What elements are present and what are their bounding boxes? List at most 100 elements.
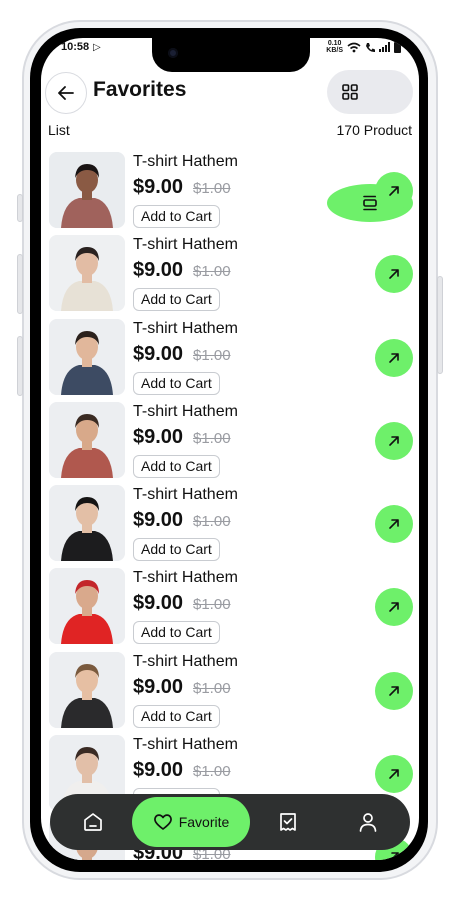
product-old-price: $1.00 — [193, 679, 231, 697]
product-price: $9.00 — [133, 259, 184, 282]
arrow-up-right-icon — [389, 186, 399, 196]
bottom-nav: Favorite — [50, 794, 410, 850]
orders-icon — [280, 813, 296, 831]
list-item[interactable]: T-shirt Hathem $9.00 $1.00 Add to Cart — [41, 318, 419, 402]
product-name: T-shirt Hathem — [133, 402, 238, 420]
add-to-cart-button[interactable]: Add to Cart — [133, 371, 220, 395]
list-item[interactable]: T-shirt Hathem $9.00 $1.00 Add to Cart — [41, 568, 419, 651]
product-old-price: $1.00 — [193, 263, 231, 281]
product-price: $9.00 — [133, 759, 184, 782]
network-speed: 0.10 KB/S — [326, 40, 343, 54]
view-toggle — [327, 70, 413, 222]
nav-home[interactable] — [79, 808, 107, 836]
product-count: 170 Product — [336, 122, 413, 138]
status-time: 10:58 — [61, 41, 90, 53]
arrow-up-right-icon — [389, 269, 399, 280]
open-product-button[interactable] — [375, 505, 413, 544]
product-name: T-shirt Hathem — [133, 153, 238, 170]
power-button — [437, 276, 443, 374]
list-item[interactable]: T-shirt Hathem $9.00 $1.00 Add to Cart — [41, 485, 419, 568]
product-old-price: $1.00 — [193, 763, 231, 781]
add-to-cart-button[interactable]: Add to Cart — [133, 621, 220, 645]
nav-favorite-label: Favorite — [178, 814, 230, 830]
product-image[interactable] — [49, 318, 125, 395]
product-price: $9.00 — [133, 592, 184, 615]
list-item[interactable]: T-shirt Hathem $9.00 $1.00 Add to Cart — [41, 401, 419, 485]
product-name: T-shirt Hathem — [133, 319, 238, 337]
product-name: T-shirt Hathem — [133, 652, 238, 670]
product-list: T-shirt Hathem $9.00 $1.00 Add to Cart T… — [41, 152, 419, 860]
person-photo — [49, 568, 125, 645]
grid-icon — [342, 84, 358, 100]
list-item[interactable]: T-shirt Hathem $9.00 $1.00 Add to Cart — [41, 235, 419, 318]
nav-favorite[interactable]: Favorite — [132, 797, 250, 847]
product-image[interactable] — [49, 235, 125, 312]
person-photo — [49, 485, 125, 562]
add-to-cart-button[interactable]: Add to Cart — [133, 205, 220, 228]
product-name: T-shirt Hathem — [133, 486, 238, 504]
back-button[interactable] — [45, 72, 87, 114]
product-old-price: $1.00 — [193, 596, 231, 614]
list-label: List — [48, 122, 70, 138]
mute-switch — [17, 194, 23, 222]
product-old-price: $1.00 — [193, 513, 231, 531]
page-title: Favorites — [93, 78, 187, 101]
product-image[interactable] — [49, 485, 125, 562]
product-name: T-shirt Hathem — [133, 736, 238, 754]
camera — [168, 48, 178, 58]
arrow-up-right-icon — [389, 602, 399, 613]
product-image[interactable] — [49, 401, 125, 478]
open-product-button[interactable] — [375, 671, 413, 710]
product-image[interactable] — [49, 651, 125, 728]
person-photo — [49, 235, 125, 312]
list-item[interactable]: T-shirt Hathem $9.00 $1.00 Add to Cart — [41, 152, 419, 235]
home-icon — [84, 813, 102, 831]
list-subheader: List 170 Product — [48, 122, 412, 142]
open-product-button[interactable] — [375, 421, 413, 460]
person-photo — [49, 318, 125, 395]
product-old-price: $1.00 — [193, 429, 231, 447]
add-to-cart-button[interactable]: Add to Cart — [133, 288, 220, 312]
notch — [152, 38, 310, 72]
wifi-icon — [347, 42, 361, 52]
open-product-button[interactable] — [375, 338, 413, 377]
nav-orders[interactable] — [274, 808, 302, 836]
product-image[interactable] — [49, 152, 125, 228]
add-to-cart-button[interactable]: Add to Cart — [133, 538, 220, 562]
add-to-cart-button[interactable]: Add to Cart — [133, 454, 220, 478]
add-to-cart-button[interactable]: Add to Cart — [133, 704, 220, 728]
product-price: $9.00 — [133, 509, 184, 532]
open-product-button[interactable] — [375, 588, 413, 627]
nav-profile[interactable] — [354, 808, 382, 836]
arrow-up-right-icon — [389, 519, 399, 529]
product-image[interactable] — [49, 568, 125, 645]
signal-icon — [379, 42, 390, 52]
product-price: $9.00 — [133, 342, 184, 365]
header: Favorites — [41, 70, 419, 222]
product-price: $9.00 — [133, 675, 184, 698]
arrow-up-right-icon — [389, 769, 399, 779]
product-old-price: $1.00 — [193, 180, 231, 197]
list-item[interactable]: T-shirt Hathem $9.00 $1.00 Add to Cart — [41, 651, 419, 735]
person-photo — [49, 401, 125, 478]
product-price: $9.00 — [133, 425, 184, 448]
product-old-price: $1.00 — [193, 346, 231, 364]
arrow-up-right-icon — [390, 852, 399, 860]
open-product-button[interactable] — [375, 255, 413, 294]
product-name: T-shirt Hathem — [133, 236, 238, 254]
app-screen: 10:58 ▷ 0.10 KB/S Favorites List 170 Pro… — [41, 38, 419, 860]
product-name: T-shirt Hathem — [133, 569, 238, 587]
arrow-up-right-icon — [389, 685, 399, 696]
volume-up-button — [17, 254, 23, 314]
person-photo — [49, 651, 125, 728]
open-product-button[interactable] — [375, 172, 413, 210]
volume-down-button — [17, 336, 23, 396]
play-icon: ▷ — [93, 42, 101, 53]
grid-view-button[interactable] — [331, 73, 369, 111]
heart-icon — [153, 814, 172, 830]
person-photo — [49, 152, 125, 228]
call-icon — [366, 42, 375, 52]
open-product-button[interactable] — [375, 755, 413, 794]
profile-icon — [359, 813, 377, 832]
arrow-left-icon — [58, 86, 74, 100]
